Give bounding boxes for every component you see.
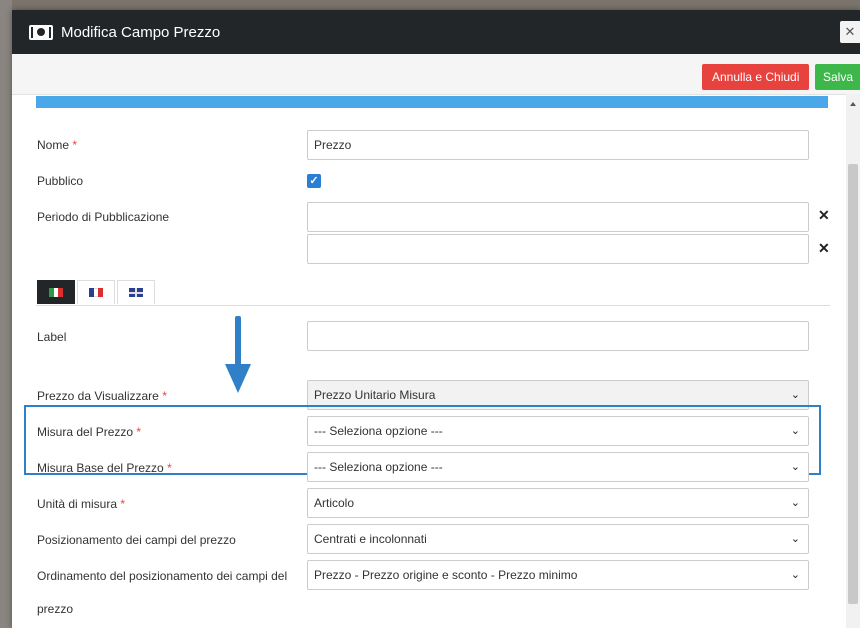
dialog-title: Modifica Campo Prezzo xyxy=(61,23,221,41)
edit-price-field-dialog: Modifica Campo Prezzo ✕ Annulla e Chiudi… xyxy=(12,10,860,628)
scrollbar-thumb[interactable] xyxy=(848,164,858,604)
chevron-down-icon: ⌄ xyxy=(790,425,800,437)
fields-order-select[interactable]: Prezzo - Prezzo origine e sconto - Prezz… xyxy=(307,560,809,590)
tab-english[interactable] xyxy=(117,280,155,304)
uk-flag-icon xyxy=(129,288,143,297)
fields-position-label: Posizionamento dei campi del prezzo xyxy=(37,533,236,547)
name-label: Nome * xyxy=(37,138,78,152)
fields-position-value: Centrati e incolonnati xyxy=(314,532,427,546)
unit-select[interactable]: Articolo ⌄ xyxy=(307,488,809,518)
base-price-measure-value: --- Seleziona opzione --- xyxy=(314,460,443,474)
close-icon[interactable]: ✕ xyxy=(840,21,860,43)
page-backdrop-left xyxy=(0,0,12,628)
dialog-titlebar: Modifica Campo Prezzo ✕ xyxy=(12,10,860,54)
publication-period-label: Periodo di Pubblicazione xyxy=(37,210,170,224)
name-field[interactable]: Prezzo xyxy=(307,130,809,160)
italy-flag-icon xyxy=(49,288,64,297)
scroll-up-icon[interactable] xyxy=(850,102,856,106)
fields-position-select[interactable]: Centrati e incolonnati ⌄ xyxy=(307,524,809,554)
cancel-and-close-button[interactable]: Annulla e Chiudi xyxy=(702,64,810,90)
publication-end-field[interactable] xyxy=(307,234,809,264)
clear-end-icon[interactable]: ✕ xyxy=(818,240,830,257)
chevron-down-icon: ⌄ xyxy=(790,569,800,581)
price-display-label: Prezzo da Visualizzare * xyxy=(37,389,167,403)
fields-order-label-line1: Ordinamento del posizionamento dei campi… xyxy=(37,569,288,583)
tab-french[interactable] xyxy=(77,280,115,304)
label-field[interactable] xyxy=(307,321,809,351)
france-flag-icon xyxy=(89,288,104,297)
price-measure-value: --- Seleziona opzione --- xyxy=(314,424,443,438)
dialog-toolbar: Annulla e Chiudi Salva xyxy=(12,54,860,95)
dialog-content: Nome * Prezzo Pubblico ✓ Periodo di Pubb… xyxy=(12,94,846,628)
price-measure-select[interactable]: --- Seleziona opzione --- ⌄ xyxy=(307,416,809,446)
chevron-down-icon: ⌄ xyxy=(790,533,800,545)
money-icon xyxy=(29,24,53,40)
language-tabs xyxy=(37,280,157,304)
tabs-divider xyxy=(36,305,830,306)
chevron-down-icon: ⌄ xyxy=(790,461,800,473)
clear-start-icon[interactable]: ✕ xyxy=(818,207,830,224)
unit-label: Unità di misura * xyxy=(37,497,126,511)
public-label: Pubblico xyxy=(37,174,84,188)
unit-value: Articolo xyxy=(314,496,355,510)
public-checkbox[interactable]: ✓ xyxy=(307,174,321,188)
annotation-arrow-icon xyxy=(225,316,251,393)
page-backdrop-top xyxy=(0,0,860,10)
base-price-measure-label: Misura Base del Prezzo * xyxy=(37,461,172,475)
base-price-measure-select[interactable]: --- Seleziona opzione --- ⌄ xyxy=(307,452,809,482)
save-button[interactable]: Salva xyxy=(815,64,860,90)
vertical-scrollbar[interactable] xyxy=(846,94,860,628)
label-label: Label xyxy=(37,330,67,344)
fields-order-value: Prezzo - Prezzo origine e sconto - Prezz… xyxy=(314,568,578,582)
fields-order-label-line2: prezzo xyxy=(37,602,74,616)
tab-italian[interactable] xyxy=(37,280,75,304)
price-measure-label: Misura del Prezzo * xyxy=(37,425,142,439)
publication-start-field[interactable] xyxy=(307,202,809,232)
chevron-down-icon: ⌄ xyxy=(790,497,800,509)
section-accent-bar xyxy=(36,96,828,108)
